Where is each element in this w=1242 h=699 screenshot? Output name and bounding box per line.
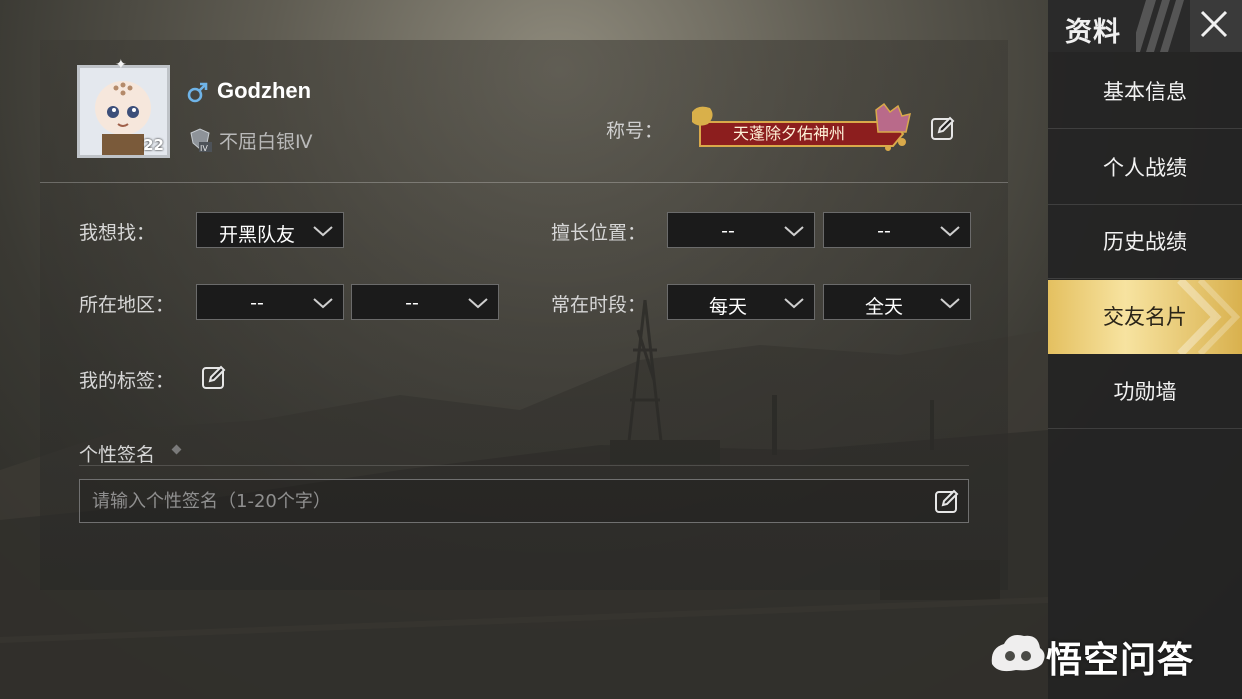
sidebar-title: 资料	[1065, 17, 1121, 48]
looking-for-value: 开黑队友	[218, 224, 295, 246]
close-icon[interactable]	[1190, 0, 1242, 52]
chevron-down-icon	[468, 298, 488, 309]
active-stripes-decoration	[1177, 280, 1241, 354]
watermark-text: 悟空问答	[1046, 640, 1195, 681]
sidebar-item-medal-wall[interactable]: 功勋墙	[1048, 355, 1242, 429]
edit-title-icon[interactable]	[930, 115, 956, 141]
signature-label: 个性签名	[79, 444, 156, 466]
time-value-2: 全天	[864, 296, 903, 318]
header-divider	[40, 182, 1008, 183]
player-level: 22	[143, 136, 164, 154]
time-label: 常在时段：	[551, 294, 647, 316]
svg-text:IV: IV	[200, 144, 208, 153]
position-value-1: --	[721, 220, 735, 242]
time-select-2[interactable]: 全天	[823, 284, 971, 320]
sidebar-item-personal-stats[interactable]: 个人战绩	[1048, 131, 1242, 205]
chevron-down-icon	[784, 226, 804, 237]
edit-signature-icon[interactable]	[934, 488, 960, 514]
rank-text: 不屈白银Ⅳ	[219, 131, 313, 153]
position-select-2[interactable]: --	[823, 212, 971, 248]
chevron-down-icon	[940, 298, 960, 309]
avatar[interactable]: 22	[77, 65, 170, 158]
title-name: 天蓬除夕佑神州	[733, 124, 846, 143]
position-label: 擅长位置：	[551, 222, 647, 244]
tags-label: 我的标签：	[79, 370, 175, 392]
header-stripes-decoration	[1136, 0, 1184, 52]
region-label: 所在地区：	[79, 294, 175, 316]
region-value-2: --	[405, 292, 419, 314]
region-select-1[interactable]: --	[196, 284, 344, 320]
username: Godzhen	[217, 78, 312, 103]
chevron-down-icon	[940, 226, 960, 237]
signature-divider	[79, 465, 969, 466]
male-icon	[187, 82, 208, 103]
chevron-down-icon	[313, 226, 333, 237]
time-value-1: 每天	[708, 296, 747, 318]
time-select-1[interactable]: 每天	[667, 284, 815, 320]
title-label: 称号：	[606, 120, 664, 142]
sidebar-item-history[interactable]: 历史战绩	[1048, 205, 1242, 279]
rank-badge-icon: IV	[190, 128, 212, 153]
edit-tags-icon[interactable]	[201, 364, 227, 390]
position-select-1[interactable]: --	[667, 212, 815, 248]
chevron-down-icon	[784, 298, 804, 309]
region-value-1: --	[250, 292, 264, 314]
sidebar-item-basic-info[interactable]: 基本信息	[1048, 55, 1242, 129]
avatar-frame-star-icon: ✦	[115, 57, 127, 73]
looking-for-select[interactable]: 开黑队友	[196, 212, 344, 248]
looking-for-label: 我想找：	[79, 222, 156, 244]
region-select-2[interactable]: --	[351, 284, 499, 320]
position-value-2: --	[877, 220, 891, 242]
signature-input[interactable]	[79, 479, 969, 523]
chevron-down-icon	[313, 298, 333, 309]
